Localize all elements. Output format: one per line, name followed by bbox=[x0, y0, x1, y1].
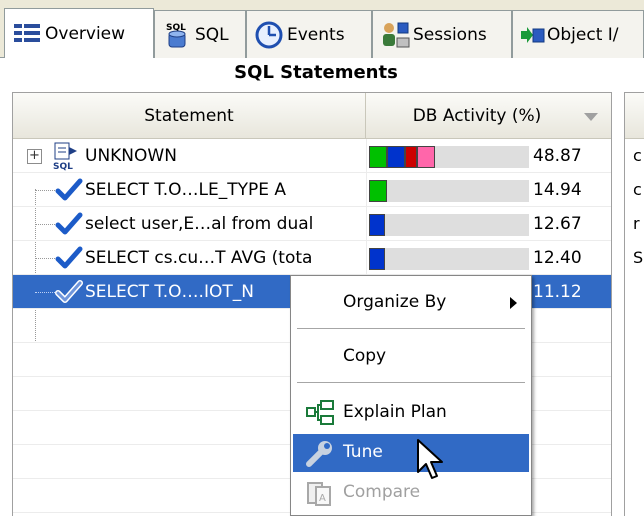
tab-label: Events bbox=[287, 24, 345, 45]
table-header: Statement DB Activity (%) bbox=[13, 93, 611, 139]
tab-events[interactable]: Events bbox=[246, 10, 372, 58]
tab-sql[interactable]: SQL SQL bbox=[154, 10, 246, 58]
tree-connector bbox=[35, 292, 55, 293]
explain-plan-icon bbox=[305, 398, 335, 428]
tab-strip: Overview SQL SQL Events Sessions Object … bbox=[0, 0, 644, 58]
expand-icon[interactable]: + bbox=[27, 149, 42, 164]
checkmark-icon bbox=[55, 211, 83, 237]
menu-item-compare[interactable]: A Compare bbox=[293, 474, 529, 512]
wrench-icon bbox=[305, 438, 335, 468]
tab-label: SQL bbox=[195, 24, 229, 45]
column-header-db-activity[interactable]: DB Activity (%) bbox=[366, 93, 611, 139]
column-header-statement[interactable]: Statement bbox=[13, 93, 366, 139]
clock-icon bbox=[253, 19, 285, 51]
tab-label: Overview bbox=[45, 23, 126, 44]
statement-text: SELECT cs.cu…T AVG (tota bbox=[85, 248, 313, 268]
menu-item-label: Organize By bbox=[343, 292, 447, 312]
statement-text: UNKNOWN bbox=[85, 146, 177, 166]
activity-bar bbox=[369, 214, 529, 236]
checkmark-outline-icon bbox=[55, 279, 83, 305]
activity-segment bbox=[405, 146, 417, 168]
tab-overview[interactable]: Overview bbox=[4, 8, 154, 58]
menu-item-tune[interactable]: Tune bbox=[293, 434, 529, 472]
activity-bar bbox=[369, 248, 529, 270]
sql-group-icon: SQL bbox=[47, 141, 81, 172]
menu-item-label: Explain Plan bbox=[343, 402, 447, 422]
column-header-label: DB Activity (%) bbox=[412, 106, 542, 126]
sql-icon: SQL bbox=[161, 19, 193, 51]
tab-object-io[interactable]: Object I/ bbox=[512, 10, 644, 58]
svg-text:A: A bbox=[319, 493, 326, 504]
statement-text: SELECT T.O…LE_TYPE A bbox=[85, 180, 287, 200]
mouse-cursor-icon bbox=[416, 438, 446, 484]
right-table-header bbox=[625, 93, 644, 139]
checkmark-icon bbox=[55, 177, 83, 203]
activity-value: 11.12 bbox=[533, 282, 582, 302]
context-menu: Organize By Copy Explain Plan Tune A Com… bbox=[290, 275, 532, 516]
sessions-icon bbox=[379, 19, 411, 51]
activity-segment bbox=[369, 146, 387, 168]
table-row[interactable]: SELECT cs.cu…T AVG (tota 12.40 bbox=[13, 241, 611, 275]
overview-icon bbox=[11, 18, 43, 50]
tab-sessions[interactable]: Sessions bbox=[372, 10, 512, 58]
statement-text: select user,E…al from dual bbox=[85, 214, 314, 234]
table-row[interactable]: + SQL UNKNOWN 48.87 bbox=[13, 139, 611, 173]
activity-value: 12.40 bbox=[533, 248, 582, 268]
activity-value: 12.67 bbox=[533, 214, 582, 234]
tab-label: Sessions bbox=[413, 24, 487, 45]
activity-value: 48.87 bbox=[533, 146, 582, 166]
menu-item-copy[interactable]: Copy bbox=[293, 338, 529, 376]
activity-value: 14.94 bbox=[533, 180, 582, 200]
menu-separator bbox=[297, 382, 525, 383]
svg-text:SQL: SQL bbox=[53, 162, 73, 171]
statement-text: SELECT T.O….IOT_N bbox=[85, 282, 254, 302]
submenu-arrow-icon bbox=[510, 297, 517, 309]
activity-bar bbox=[369, 180, 529, 202]
menu-item-explain-plan[interactable]: Explain Plan bbox=[293, 394, 529, 432]
tab-label: Object I/ bbox=[547, 24, 619, 45]
menu-item-label: Compare bbox=[343, 482, 421, 502]
menu-item-label: Tune bbox=[343, 442, 383, 462]
menu-item-organize-by[interactable]: Organize By bbox=[293, 284, 529, 322]
menu-item-label: Copy bbox=[343, 346, 387, 366]
table-row[interactable]: SELECT T.O…LE_TYPE A 14.94 bbox=[13, 173, 611, 207]
activity-segment bbox=[417, 146, 435, 168]
checkmark-icon bbox=[55, 245, 83, 271]
sort-descending-icon bbox=[584, 113, 598, 121]
right-cell: S bbox=[633, 248, 644, 267]
right-cell: c bbox=[633, 146, 642, 165]
right-cell: c bbox=[633, 180, 642, 199]
menu-separator bbox=[297, 328, 525, 329]
right-cell: r bbox=[633, 214, 640, 233]
activity-segment bbox=[369, 180, 387, 202]
tree-connector bbox=[35, 258, 55, 259]
section-title: SQL Statements bbox=[234, 62, 398, 83]
tree-connector bbox=[35, 190, 55, 191]
activity-segment bbox=[369, 214, 385, 236]
object-io-icon bbox=[519, 19, 545, 51]
table-row[interactable]: select user,E…al from dual 12.67 bbox=[13, 207, 611, 241]
activity-segment bbox=[369, 248, 385, 270]
right-table-partial: c c r S bbox=[624, 92, 644, 516]
compare-icon: A bbox=[305, 478, 335, 508]
activity-segment bbox=[387, 146, 405, 168]
tree-connector bbox=[35, 224, 55, 225]
